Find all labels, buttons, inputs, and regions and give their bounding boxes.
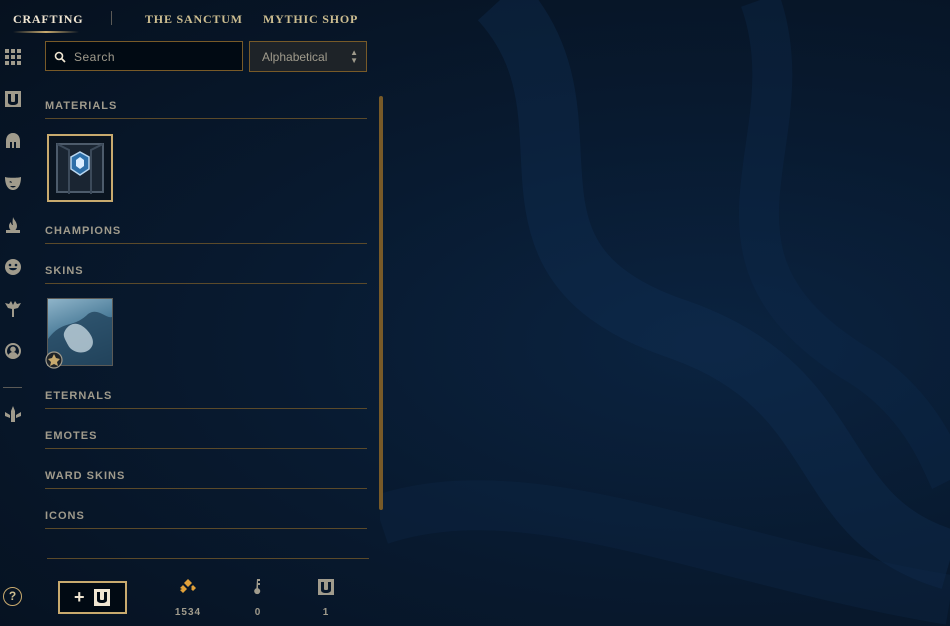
top-navigation: CRAFTING THE SANCTUM MYTHIC SHOP [0,0,380,38]
category-title: MATERIALS [45,100,118,112]
chest-icon [318,579,334,595]
chest-icon [94,589,110,606]
currency-essence: 1534 [168,578,208,618]
mask-icon[interactable] [3,173,23,193]
rail-divider [3,387,22,388]
category-divider [45,448,367,449]
key-count: 0 [254,607,262,618]
plus-icon: + [74,587,85,607]
footer-divider [47,558,369,559]
helmet-icon[interactable] [3,131,23,151]
material-item-tile[interactable] [47,134,113,202]
category-icons[interactable]: ICONS [45,510,367,529]
ward-icon[interactable] [3,215,23,235]
tab-mythic-shop[interactable]: MYTHIC SHOP [263,12,358,27]
chest-icon[interactable] [3,89,23,109]
category-title: CHAMPIONS [45,225,122,237]
loot-icon[interactable] [3,404,23,424]
category-title: ETERNALS [45,390,113,402]
category-title: SKINS [45,265,84,277]
scrollbar[interactable] [379,96,383,510]
profile-icon[interactable] [3,341,23,361]
category-divider [45,243,367,244]
search-icon [54,51,66,63]
background-wave [380,0,950,625]
skin-shard-badge-icon [45,351,63,369]
category-materials[interactable]: MATERIALS [45,100,367,119]
category-emotes[interactable]: EMOTES [45,430,367,449]
category-divider [45,488,367,489]
emote-icon[interactable] [3,257,23,277]
category-title: EMOTES [45,430,98,442]
add-chest-button[interactable]: + [58,581,127,614]
currency-keys: 0 [238,578,278,618]
chest-count: 1 [322,607,330,618]
tab-crafting[interactable]: CRAFTING [13,12,83,27]
category-divider [45,118,367,119]
category-champions[interactable]: CHAMPIONS [45,225,367,244]
help-button[interactable]: ? [3,587,22,606]
category-divider [45,528,367,529]
sort-selected-label: Alphabetical [262,50,328,64]
tab-the-sanctum[interactable]: THE SANCTUM [145,12,243,27]
category-eternals[interactable]: ETERNALS [45,390,367,409]
essence-count: 1534 [174,607,202,618]
chevron-updown-icon: ▲ ▼ [350,48,358,65]
category-title: ICONS [45,510,85,522]
active-tab-underline [13,31,79,33]
key-icon [254,579,261,595]
search-input[interactable] [72,42,241,72]
category-divider [45,283,367,284]
currency-chests: 1 [306,578,346,618]
category-divider [45,408,367,409]
category-ward-skins[interactable]: WARD SKINS [45,470,367,489]
grid-icon[interactable] [3,47,23,67]
sort-dropdown[interactable]: Alphabetical ▲ ▼ [249,41,367,72]
filter-rail [0,40,26,626]
category-title: WARD SKINS [45,470,126,482]
hextech-chest-icon [56,143,104,194]
category-skins[interactable]: SKINS [45,265,367,284]
tab-separator [111,11,112,25]
search-box [45,41,243,72]
orange-essence-icon [180,579,196,593]
eternal-icon[interactable] [3,299,23,319]
